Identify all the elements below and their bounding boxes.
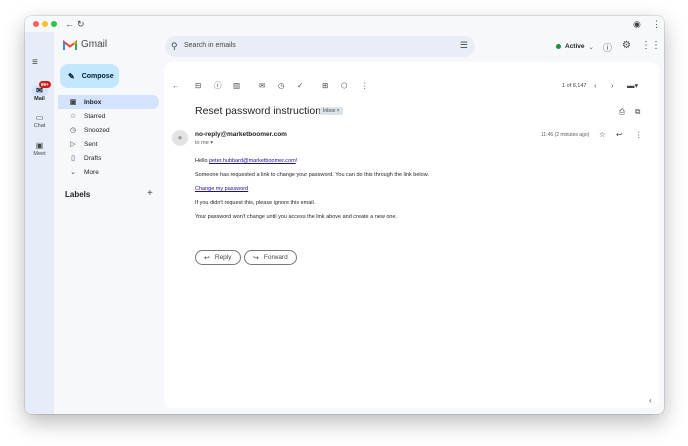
- snooze-icon[interactable]: ◷: [278, 81, 285, 91]
- chevron-left-icon[interactable]: ‹: [649, 396, 652, 405]
- more-vert-icon[interactable]: ⋮: [652, 17, 661, 31]
- video-icon: ▣: [35, 141, 44, 150]
- folder-chip[interactable]: Inbox ×: [320, 107, 343, 115]
- reply-button[interactable]: ↩ Reply: [195, 250, 241, 265]
- menu-icon[interactable]: ≡: [32, 57, 38, 68]
- send-icon: ▷: [70, 141, 76, 148]
- reload-icon[interactable]: ↻: [77, 17, 85, 31]
- add-label-icon[interactable]: +: [147, 188, 153, 199]
- labels-heading: Labels: [65, 190, 91, 199]
- gear-icon[interactable]: ⚙: [622, 40, 631, 51]
- apps-grid-icon[interactable]: ⋮⋮: [641, 40, 661, 51]
- pencil-icon: ✎: [68, 71, 75, 81]
- app-name: Gmail: [81, 39, 108, 50]
- sidebar-item-label: Snoozed: [84, 126, 110, 134]
- search-input[interactable]: Search in emails: [184, 42, 236, 49]
- arrow-left-icon[interactable]: ←: [65, 17, 74, 31]
- status-dot: [556, 44, 561, 49]
- reply-icon: ↩: [204, 254, 210, 262]
- more-vert-icon[interactable]: ⋮: [635, 130, 643, 140]
- app-rail: ≡ ✉ 99+ Mail ▭ Chat ▣ Meet: [25, 32, 54, 414]
- chevron-left-icon[interactable]: ‹: [594, 81, 597, 91]
- draft-icon: ▯: [71, 155, 75, 162]
- sidebar-item-label: Inbox: [84, 98, 102, 106]
- arrow-left-icon[interactable]: ←: [172, 81, 180, 91]
- reply-label: Reply: [214, 254, 232, 261]
- sidebar-item-label: Drafts: [84, 154, 102, 162]
- sidebar-item-starred[interactable]: ☆ Starred: [58, 109, 159, 123]
- minimize-window-button[interactable]: [42, 21, 48, 27]
- title-bar: ← ↻ ◉ ⋮: [25, 16, 664, 32]
- message-counter: 1 of 8,147: [562, 83, 587, 89]
- unread-badge: 99+: [39, 81, 51, 88]
- email-line-1: Someone has requested a link to change y…: [195, 172, 429, 178]
- star-icon[interactable]: ☆: [599, 130, 606, 140]
- sidebar-item-label: Sent: [84, 140, 98, 148]
- forward-button[interactable]: ↪ Forward: [244, 250, 297, 265]
- input-tools-icon[interactable]: ▬▾: [627, 81, 638, 91]
- chevron-right-icon[interactable]: ›: [611, 81, 614, 91]
- status-label: Active: [565, 43, 585, 50]
- email-line-3: Your password won't change until you acc…: [195, 214, 398, 220]
- forward-label: Forward: [263, 254, 288, 261]
- status-selector[interactable]: Active ⌄: [550, 38, 600, 55]
- sidebar-item-snoozed[interactable]: ◷ Snoozed: [58, 123, 159, 137]
- email-subject: Reset password instructions: [195, 105, 327, 117]
- rail-label-mail: Mail: [34, 96, 45, 102]
- add-task-icon[interactable]: ✓: [297, 81, 303, 91]
- clock-icon: ◷: [69, 127, 77, 134]
- sidebar-item-inbox[interactable]: ▣ Inbox: [58, 95, 159, 109]
- sender-email[interactable]: no-reply@marketboomer.com: [195, 131, 287, 138]
- archive-icon[interactable]: ⊟: [195, 81, 201, 91]
- compose-label: Compose: [81, 72, 114, 80]
- maximize-window-button[interactable]: [51, 21, 57, 27]
- trash-icon[interactable]: ▥: [233, 81, 240, 91]
- avatar: ●: [172, 130, 188, 146]
- label-icon[interactable]: ⬡: [341, 81, 348, 91]
- eye-icon[interactable]: ◉: [633, 17, 641, 31]
- rail-label-chat: Chat: [33, 123, 46, 129]
- gmail-m-icon: [63, 39, 77, 50]
- rail-item-chat[interactable]: ▭ Chat: [25, 112, 54, 129]
- change-password-link[interactable]: Change my password: [195, 186, 248, 192]
- sidebar-item-sent[interactable]: ▷ Sent: [58, 137, 159, 151]
- email-timestamp: 11:46 (2 minutes ago): [541, 132, 590, 138]
- reply-icon[interactable]: ↩: [616, 130, 622, 140]
- browser-window: ← ↻ ◉ ⋮ ≡ ✉ 99+ Mail ▭ Chat ▣ Meet Gmail…: [25, 16, 664, 414]
- close-window-button[interactable]: [33, 21, 39, 27]
- report-spam-icon[interactable]: ⓘ: [214, 81, 222, 91]
- gmail-logo[interactable]: Gmail: [63, 39, 107, 50]
- move-to-icon[interactable]: ⊞: [322, 81, 328, 91]
- filter-options-icon[interactable]: ☰: [460, 40, 468, 51]
- open-new-window-icon[interactable]: ⧉: [635, 107, 640, 117]
- chat-icon: ▭: [35, 113, 44, 122]
- chevron-down-icon: ⌄: [588, 43, 594, 51]
- recipient-details[interactable]: to me ▾: [195, 140, 213, 146]
- forward-icon: ↪: [253, 254, 259, 262]
- sidebar-item-more[interactable]: ⌄ More: [58, 165, 159, 179]
- rail-label-meet: Meet: [33, 151, 46, 157]
- email-view: ← ⊟ ⓘ ▥ ✉ ◷ ✓ ⊞ ⬡ ⋮ 1 of 8,147 ‹ › ▬▾ Re…: [164, 62, 659, 408]
- search-bar[interactable]: ⚲ Search in emails ☰: [165, 36, 475, 57]
- email-greeting: Hello peter.hubbard@marketboomer.com!: [195, 158, 297, 164]
- inbox-icon: ▣: [69, 99, 77, 106]
- rail-item-mail[interactable]: ✉ 99+ Mail: [25, 81, 54, 102]
- search-icon[interactable]: ⚲: [171, 41, 178, 52]
- chevron-down-icon: ⌄: [70, 169, 76, 176]
- sidebar-item-drafts[interactable]: ▯ Drafts: [58, 151, 159, 165]
- email-line-2: If you didn't request this, please ignor…: [195, 200, 316, 206]
- rail-item-meet[interactable]: ▣ Meet: [25, 140, 54, 157]
- greeting-email-link[interactable]: peter.hubbard@marketboomer.com: [209, 158, 296, 164]
- compose-button[interactable]: ✎ Compose: [60, 64, 119, 88]
- more-vert-icon[interactable]: ⋮: [361, 81, 369, 91]
- greeting-prefix: Hello: [195, 158, 210, 164]
- sidebar-item-label: More: [84, 168, 99, 176]
- greeting-suffix: !: [295, 158, 298, 164]
- help-icon[interactable]: ⓘ: [603, 41, 612, 54]
- mark-unread-icon[interactable]: ✉: [259, 81, 265, 91]
- star-icon: ☆: [69, 113, 77, 120]
- print-icon[interactable]: ⎙: [619, 107, 625, 117]
- sidebar-item-label: Starred: [84, 112, 106, 120]
